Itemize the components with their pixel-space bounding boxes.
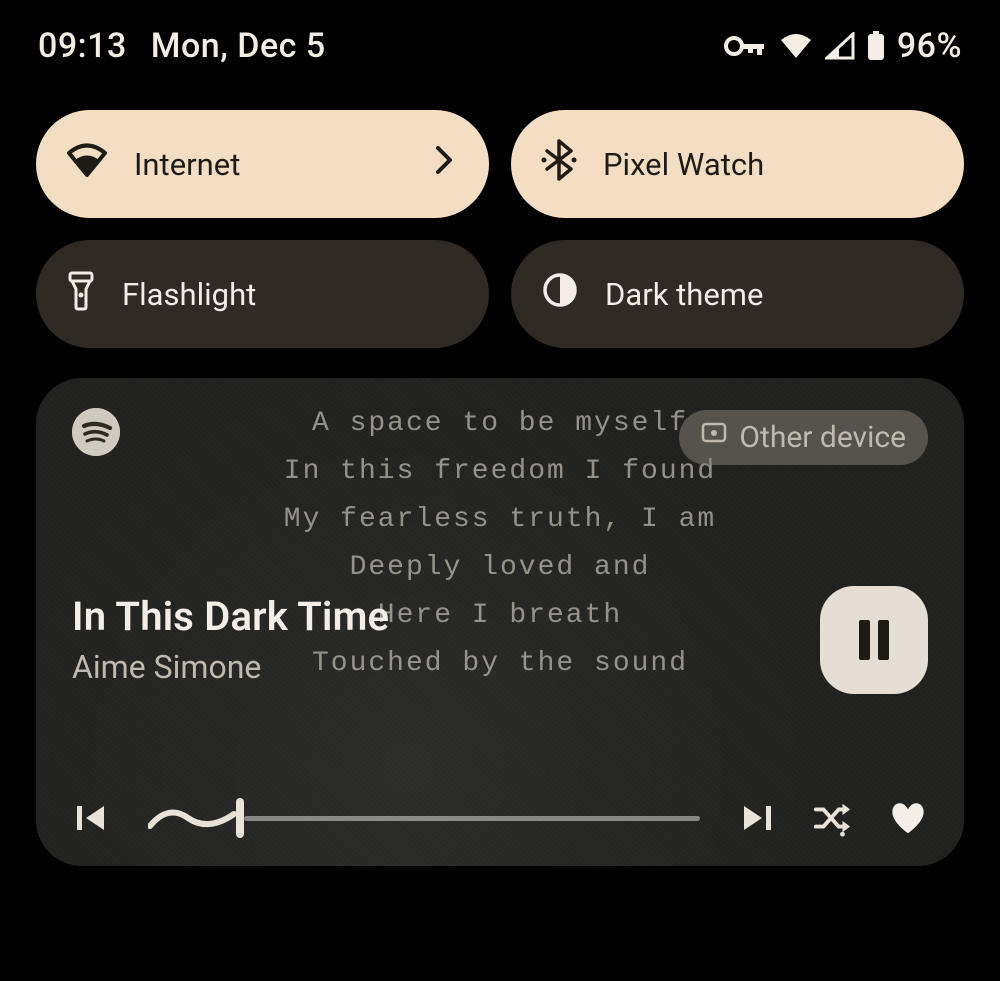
status-bar: 09:13 Mon, Dec 5 — [0, 0, 1000, 66]
cast-icon — [701, 420, 727, 455]
flashlight-icon — [66, 269, 96, 319]
seek-bar[interactable] — [148, 798, 700, 838]
previous-button[interactable] — [72, 798, 112, 838]
chevron-right-icon — [435, 145, 453, 183]
tile-internet[interactable]: Internet — [36, 110, 489, 218]
tile-flashlight[interactable]: Flashlight — [36, 240, 489, 348]
media-output-chip[interactable]: Other device — [679, 410, 928, 465]
progress-played-icon — [148, 802, 240, 834]
battery-pct: 96% — [897, 26, 962, 66]
shuffle-button[interactable] — [812, 798, 852, 838]
signal-icon — [825, 32, 855, 60]
quick-tiles: Internet Pixel Watch Flashlight — [0, 66, 1000, 348]
next-button[interactable] — [736, 798, 776, 838]
tile-bluetooth[interactable]: Pixel Watch — [511, 110, 964, 218]
battery-icon — [867, 31, 885, 61]
status-date: Mon, Dec 5 — [151, 26, 326, 66]
progress-remaining — [244, 816, 700, 821]
tile-label: Pixel Watch — [603, 146, 928, 183]
status-time: 09:13 — [38, 26, 127, 66]
bluetooth-icon — [541, 139, 577, 189]
spotify-icon[interactable] — [72, 408, 120, 456]
wifi-icon — [66, 141, 108, 187]
media-player: A space to be myself In this freedom I f… — [36, 378, 964, 866]
pause-button[interactable] — [820, 586, 928, 694]
tile-dark-theme[interactable]: Dark theme — [511, 240, 964, 348]
vpn-key-icon — [723, 32, 767, 60]
seek-handle[interactable] — [236, 798, 244, 838]
tile-label: Dark theme — [605, 276, 928, 313]
track-title: In This Dark Time — [72, 593, 389, 640]
tile-label: Internet — [134, 146, 409, 183]
device-label: Other device — [739, 420, 906, 455]
favorite-button[interactable] — [888, 798, 928, 838]
tile-label: Flashlight — [122, 276, 453, 313]
dark-theme-icon — [541, 271, 579, 317]
wifi-icon — [779, 32, 813, 60]
track-artist: Aime Simone — [72, 648, 389, 686]
track-info: In This Dark Time Aime Simone — [72, 593, 389, 686]
